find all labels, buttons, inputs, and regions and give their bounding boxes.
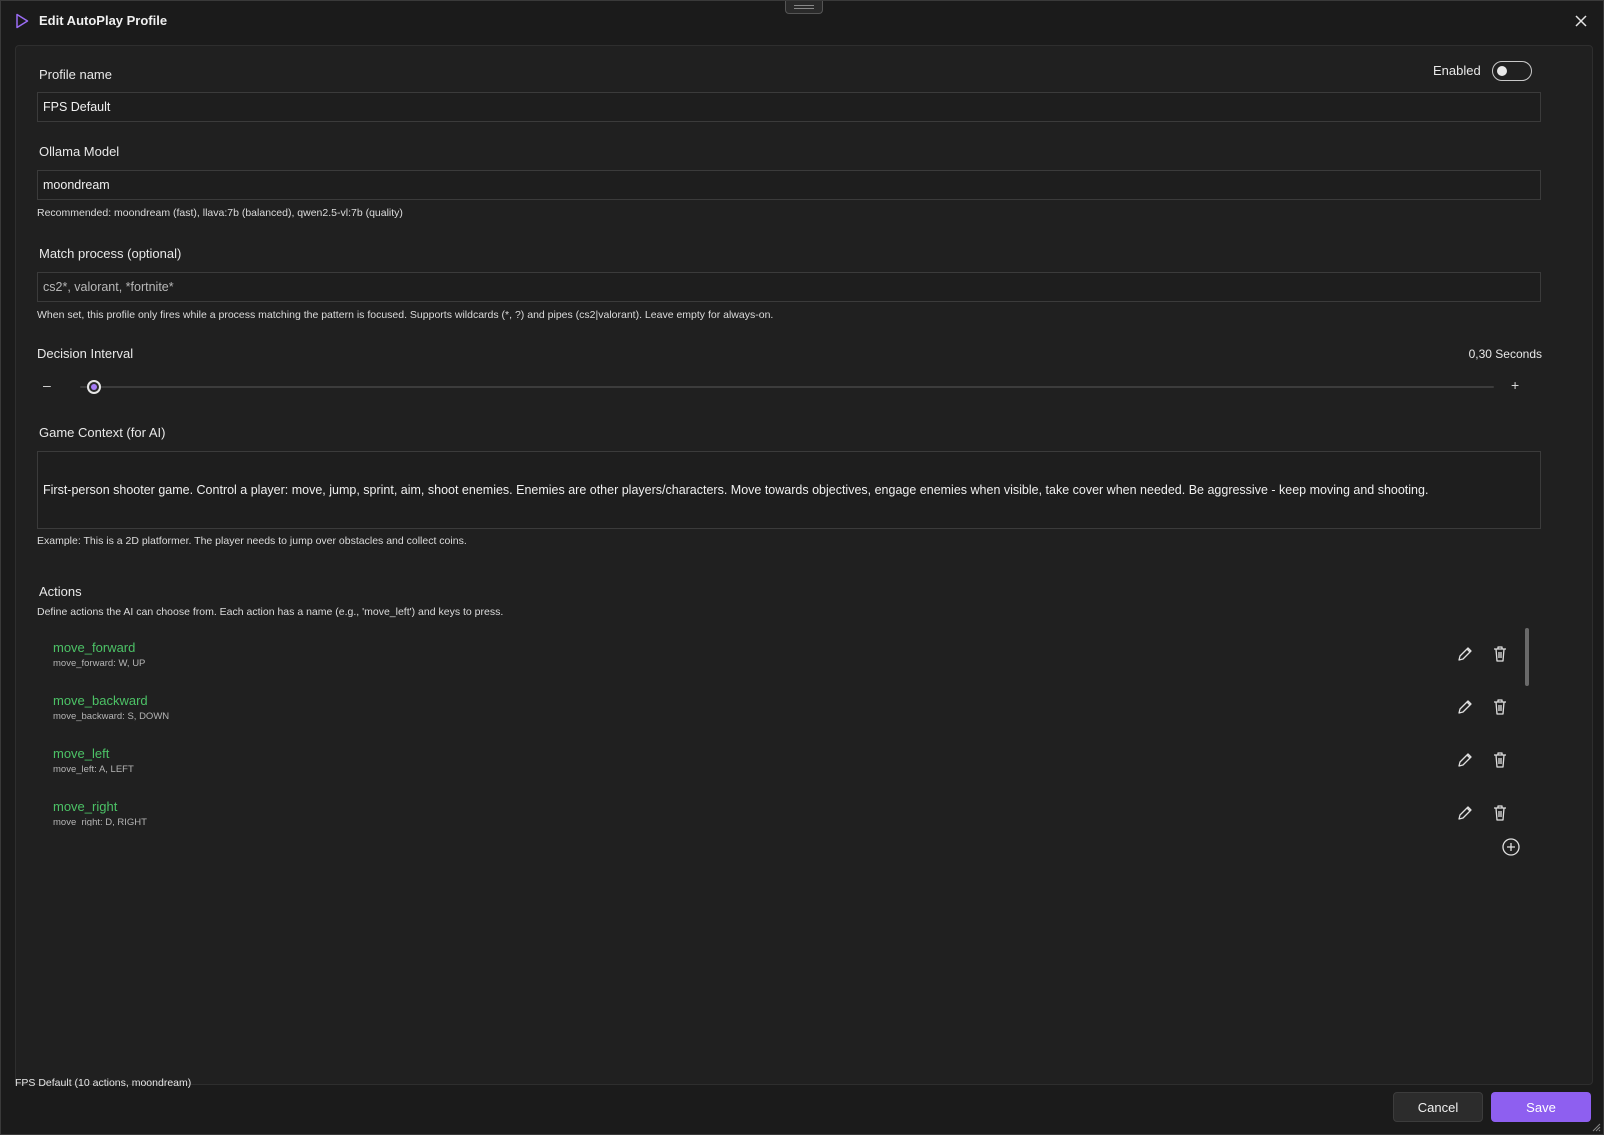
match-process-input[interactable] (37, 272, 1541, 302)
ollama-model-input[interactable] (37, 170, 1541, 200)
game-context-textarea[interactable]: First-person shooter game. Control a pla… (37, 451, 1541, 529)
profile-summary: FPS Default (10 actions, moondream) (15, 1077, 192, 1089)
ollama-model-label: Ollama Model (39, 144, 120, 159)
save-button[interactable]: Save (1491, 1092, 1591, 1122)
action-name: move_backward (53, 693, 148, 708)
decision-interval-slider[interactable] (80, 380, 1494, 394)
add-circle-icon[interactable] (1501, 837, 1521, 857)
ollama-model-hint: Recommended: moondream (fast), llava:7b … (37, 207, 403, 219)
close-icon[interactable] (1571, 11, 1591, 31)
game-context-text: First-person shooter game. Control a pla… (43, 483, 1429, 497)
profile-name-input[interactable] (37, 92, 1541, 122)
dialog-window: Edit AutoPlay Profile Profile name Enabl… (0, 0, 1604, 1135)
profile-name-label: Profile name (39, 67, 112, 82)
decision-interval-label: Decision Interval (37, 346, 134, 361)
action-name: move_left (53, 746, 110, 761)
match-process-hint: When set, this profile only fires while … (37, 309, 774, 321)
action-keys: move_right: D, RIGHT (53, 817, 147, 826)
title-bar: Edit AutoPlay Profile (1, 1, 1603, 41)
decision-interval-value: 0,30 Seconds (1468, 347, 1542, 361)
actions-hint: Define actions the AI can choose from. E… (37, 606, 504, 618)
enabled-toggle[interactable] (1492, 61, 1532, 81)
trash-icon[interactable] (1490, 644, 1510, 664)
action-row[interactable]: move_right move_right: D, RIGHT (37, 787, 1517, 826)
actions-scrollbar[interactable] (1525, 628, 1529, 686)
enabled-label: Enabled (1433, 63, 1481, 78)
interval-decrease-button[interactable]: – (43, 377, 51, 393)
window-title: Edit AutoPlay Profile (39, 13, 168, 28)
drag-handle-icon[interactable] (785, 1, 823, 14)
trash-icon[interactable] (1490, 750, 1510, 770)
action-row[interactable]: move_forward move_forward: W, UP (37, 628, 1517, 680)
actions-label: Actions (39, 584, 82, 599)
interval-increase-button[interactable]: + (1511, 377, 1519, 393)
action-keys: move_forward: W, UP (53, 658, 146, 669)
action-name: move_forward (53, 640, 136, 655)
match-process-label: Match process (optional) (39, 246, 182, 261)
game-context-label: Game Context (for AI) (39, 425, 166, 440)
play-icon (16, 13, 29, 29)
toggle-knob (1497, 66, 1507, 76)
game-context-hint: Example: This is a 2D platformer. The pl… (37, 535, 467, 547)
pencil-icon[interactable] (1455, 697, 1475, 717)
action-row[interactable]: move_backward move_backward: S, DOWN (37, 681, 1517, 733)
action-keys: move_backward: S, DOWN (53, 711, 170, 722)
action-row[interactable]: move_left move_left: A, LEFT (37, 734, 1517, 786)
actions-list: move_forward move_forward: W, UP move_ba… (37, 628, 1537, 826)
pencil-icon[interactable] (1455, 803, 1475, 823)
trash-icon[interactable] (1490, 803, 1510, 823)
cancel-button[interactable]: Cancel (1393, 1092, 1483, 1122)
resize-grip-icon[interactable] (1591, 1122, 1601, 1132)
action-name: move_right (53, 799, 118, 814)
form-panel: Profile name Enabled Ollama Model Recomm… (15, 45, 1593, 1085)
action-keys: move_left: A, LEFT (53, 764, 134, 775)
trash-icon[interactable] (1490, 697, 1510, 717)
slider-thumb[interactable] (87, 380, 102, 394)
pencil-icon[interactable] (1455, 644, 1475, 664)
pencil-icon[interactable] (1455, 750, 1475, 770)
